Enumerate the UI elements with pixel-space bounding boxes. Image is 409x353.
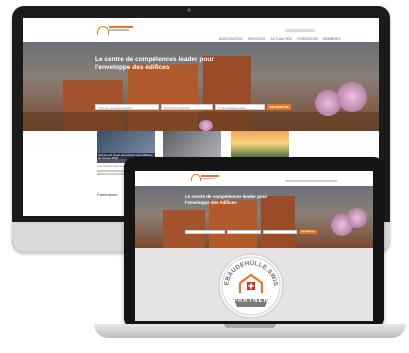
nav-item[interactable]: FORMATION — [297, 37, 318, 41]
laptop-screen: Le centre de compétences leader pour l'e… — [135, 171, 373, 321]
site-logo-icon[interactable] — [97, 26, 109, 35]
nav-item[interactable]: SERVICES — [248, 37, 266, 41]
search-field-location[interactable]: Code postal/Localité — [215, 104, 265, 110]
camera-dot — [187, 8, 191, 12]
main-nav — [285, 180, 337, 182]
laptop-notch — [224, 324, 276, 328]
blossom-tree — [199, 120, 213, 131]
building-left — [163, 210, 205, 248]
nav-item[interactable]: ASSOCIATION — [219, 37, 243, 41]
partner-seal: GEBÄUDEHÜLLE.SWISS PARTNER — [218, 253, 284, 319]
main-nav: ASSOCIATION SERVICES ACTUALITÉS FORMATIO… — [219, 37, 340, 41]
search-button[interactable]: RECHERCHE — [267, 104, 291, 110]
laptop-hero-banner: Le centre de compétences leader pour l'e… — [135, 186, 373, 248]
search-button[interactable]: RECHERCHE — [299, 230, 317, 234]
news-card-image[interactable] — [231, 131, 289, 159]
search-field[interactable] — [263, 230, 297, 234]
partners-link[interactable]: Partenaires — [97, 192, 117, 197]
logo-tagline — [201, 178, 215, 179]
search-field[interactable] — [185, 230, 225, 234]
search-field[interactable] — [227, 230, 261, 234]
blossom-tree — [337, 82, 367, 112]
hero-banner: Le centre de compétences leader pour l'e… — [23, 42, 379, 131]
search-field-product[interactable]: Type de produit/prestation — [95, 104, 159, 110]
logo-tagline — [109, 29, 129, 31]
seal-bottom-text: PARTNER — [233, 298, 269, 304]
hero-headline: Le centre de compétences leader pour l'e… — [95, 56, 214, 71]
building-center — [209, 200, 257, 248]
nav-item[interactable]: ACTUALITÉS — [270, 37, 292, 41]
blossom-tree — [347, 208, 367, 228]
nav-item[interactable]: MEMBRES — [323, 37, 341, 41]
site-logo-icon[interactable] — [191, 174, 201, 181]
news-card-image[interactable] — [163, 131, 221, 159]
top-utility-bar — [285, 29, 315, 32]
logo-wordmark — [109, 26, 133, 28]
logo-wordmark — [201, 175, 219, 177]
hero-headline: Le centre de compétences leader pour l'e… — [185, 194, 268, 205]
seal-graphic: GEBÄUDEHÜLLE.SWISS — [220, 255, 281, 316]
search-field-company[interactable]: Nom de l'entreprise — [161, 104, 213, 110]
